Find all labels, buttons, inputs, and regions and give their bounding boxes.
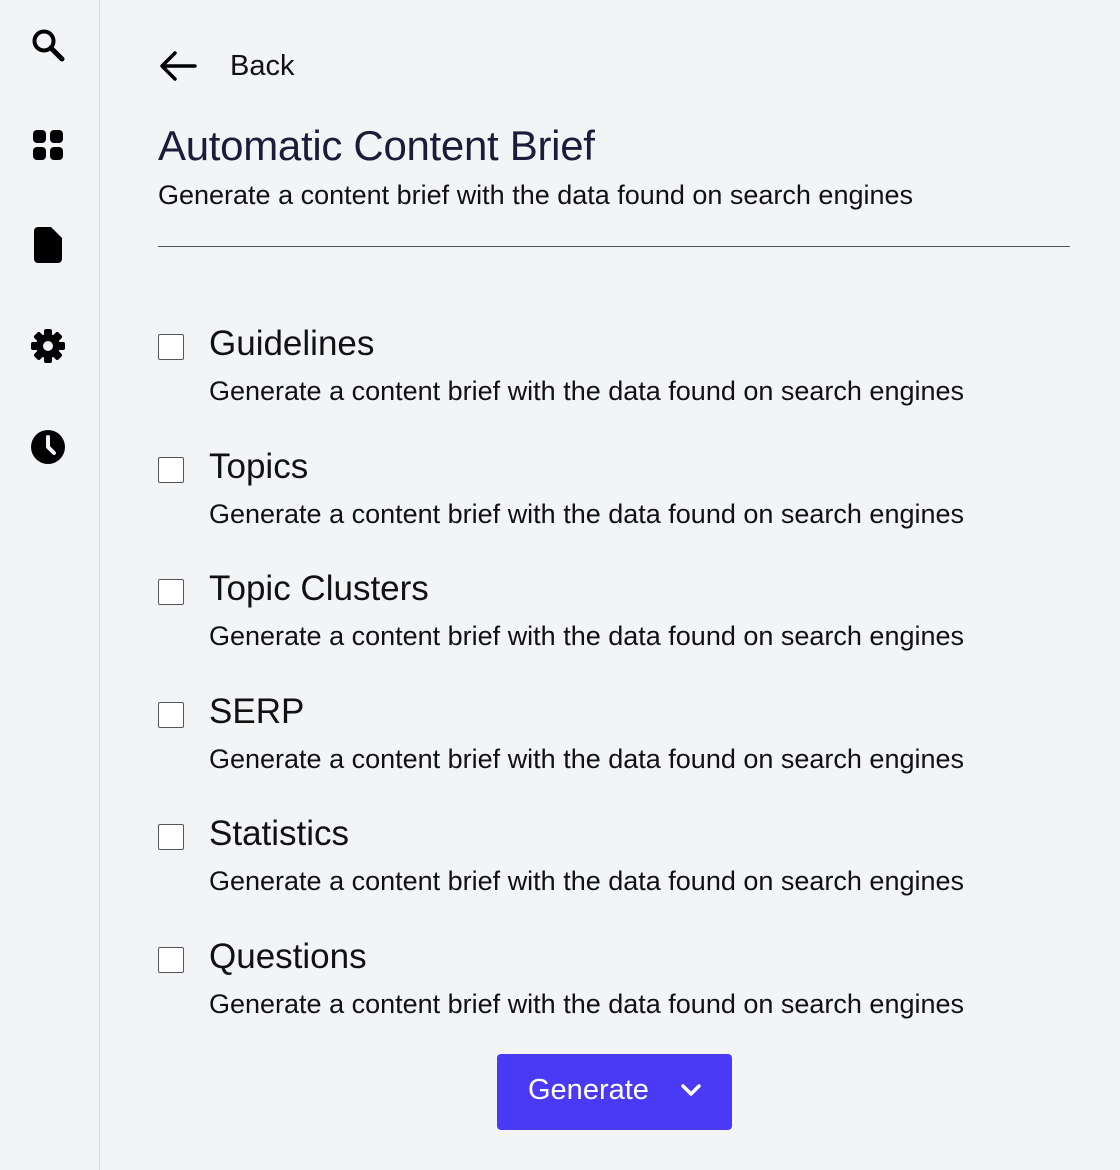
sidebar-item-settings[interactable]: [24, 322, 72, 370]
option-title: SERP: [209, 691, 305, 731]
topic-clusters-checkbox[interactable]: [158, 579, 184, 605]
chevron-down-icon: [680, 1080, 702, 1102]
topics-checkbox[interactable]: [158, 456, 184, 483]
clock-icon: [30, 429, 66, 465]
back-label: Back: [230, 49, 295, 82]
option-title: Topics: [209, 446, 309, 486]
option-description: Generate a content brief with the data f…: [209, 376, 965, 406]
grid-icon: [32, 129, 64, 161]
back-button[interactable]: Back: [158, 44, 294, 88]
option-description: Generate a content brief with the data f…: [209, 498, 965, 529]
document-icon: [34, 227, 62, 263]
option-title: Topic Clusters: [209, 569, 429, 608]
app: Back Automatic Content Brief Generate a …: [0, 0, 1120, 1170]
option-topic-clusters: Topic Clusters Generate a content brief …: [158, 567, 1070, 690]
statistics-checkbox[interactable]: [158, 824, 184, 850]
sidebar-item-documents[interactable]: [24, 221, 72, 269]
page-subtitle: Generate a content brief with the data f…: [158, 180, 914, 210]
option-description: Generate a content brief with the data f…: [209, 866, 965, 896]
sidebar-item-history[interactable]: [24, 423, 72, 471]
sidebar: [0, 0, 100, 1170]
search-icon: [30, 27, 66, 63]
option-statistics: Statistics Generate a content brief with…: [158, 812, 1070, 935]
option-description: Generate a content brief with the data f…: [209, 988, 965, 1019]
option-title: Questions: [209, 936, 367, 976]
gear-icon: [30, 328, 66, 364]
option-description: Generate a content brief with the data f…: [209, 621, 965, 651]
option-serp: SERP Generate a content brief with the d…: [158, 690, 1070, 813]
divider: [158, 246, 1070, 247]
option-guidelines: Guidelines Generate a content brief with…: [158, 322, 1070, 445]
option-topics: Topics Generate a content brief with the…: [158, 445, 1070, 568]
generate-label: Generate: [528, 1074, 649, 1106]
option-questions: Questions Generate a content brief with …: [158, 935, 1070, 1058]
serp-checkbox[interactable]: [158, 701, 184, 728]
sidebar-item-dashboard[interactable]: [24, 121, 72, 169]
questions-checkbox[interactable]: [158, 946, 184, 973]
page-title: Automatic Content Brief: [158, 122, 595, 169]
sidebar-item-search[interactable]: [24, 21, 72, 69]
guidelines-checkbox[interactable]: [158, 334, 184, 360]
generate-button[interactable]: Generate: [497, 1054, 732, 1130]
option-title: Guidelines: [209, 324, 375, 363]
options-list: Guidelines Generate a content brief with…: [158, 322, 1070, 1057]
arrow-left-icon: [158, 50, 198, 82]
option-description: Generate a content brief with the data f…: [209, 743, 965, 774]
option-title: Statistics: [209, 814, 350, 853]
